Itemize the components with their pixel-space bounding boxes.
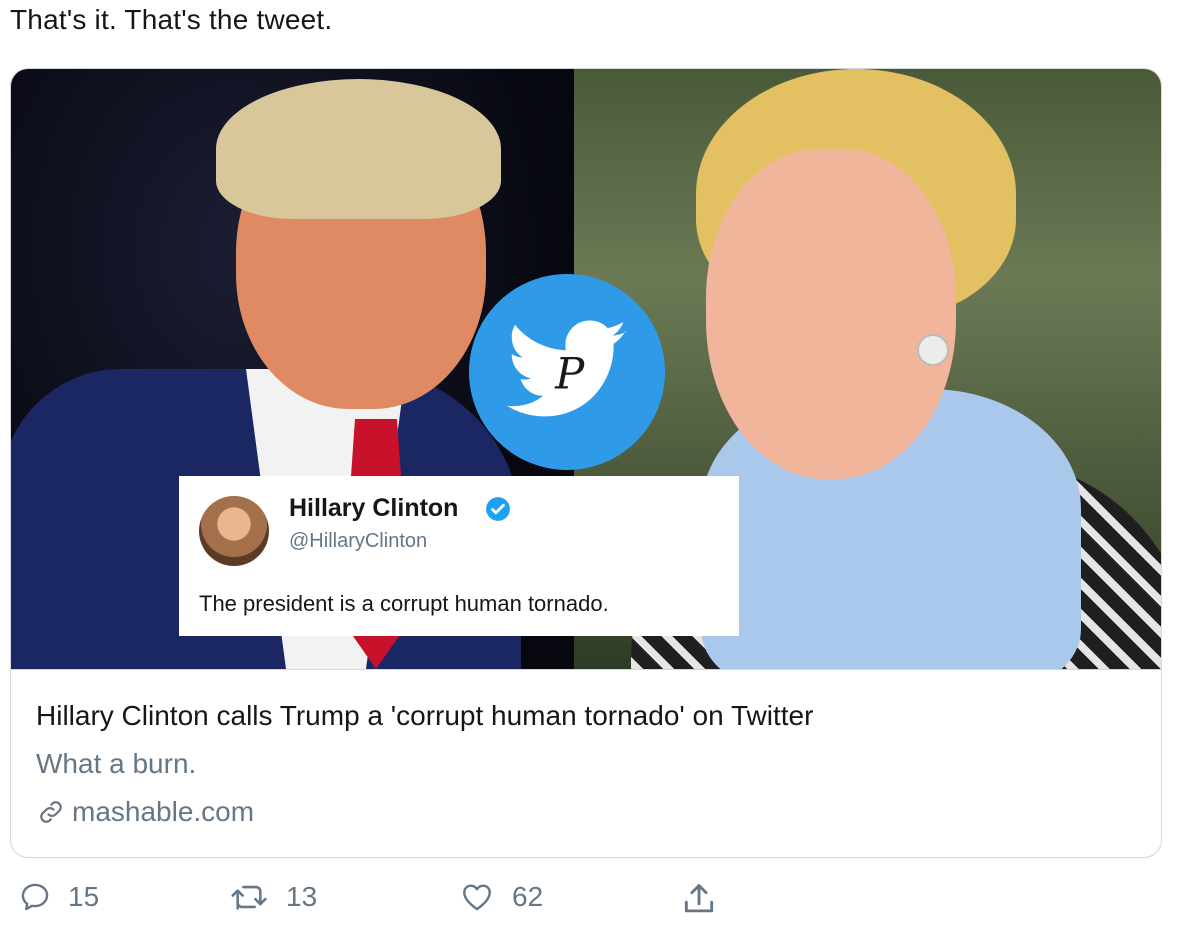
tweet-text: That's it. That's the tweet. [10,4,333,35]
card-domain-text: mashable.com [72,796,255,827]
card-image[interactable]: P Hillary Clinton @HillaryClinton The pr… [11,69,1161,669]
verified-badge-icon [486,497,510,521]
quote-text: The president is a corrupt human tornado… [199,591,609,616]
quote-author-handle: @HillaryClinton [289,530,428,552]
card-description: What a burn. [36,748,197,779]
like-count: 62 [512,881,544,912]
embedded-tweet: Hillary Clinton @HillaryClinton The pres… [179,476,739,636]
svg-text:P: P [554,349,585,399]
quote-author-name: Hillary Clinton [289,494,459,522]
card-info[interactable]: Hillary Clinton calls Trump a 'corrupt h… [11,669,1161,857]
tweet-actions: 15 13 62 [0,880,1200,930]
twitter-logo-icon: P [469,274,665,470]
reply-count: 15 [68,881,100,912]
reply-button[interactable]: 15 [18,880,99,914]
like-button[interactable]: 62 [458,880,543,914]
right-figure-earring [917,334,949,366]
right-figure-face [706,149,956,479]
link-icon [40,801,62,823]
card-domain[interactable]: mashable.com [36,796,254,828]
share-button[interactable] [680,880,718,918]
retweet-button[interactable]: 13 [228,880,317,914]
retweet-count: 13 [286,881,318,912]
heart-icon [463,884,491,911]
avatar [199,496,269,566]
retweet-icon [231,885,267,910]
left-figure-hair [216,79,501,219]
link-card[interactable]: P Hillary Clinton @HillaryClinton The pr… [10,68,1162,858]
reply-icon [21,883,49,911]
share-icon [684,884,714,913]
card-title[interactable]: Hillary Clinton calls Trump a 'corrupt h… [36,700,813,732]
